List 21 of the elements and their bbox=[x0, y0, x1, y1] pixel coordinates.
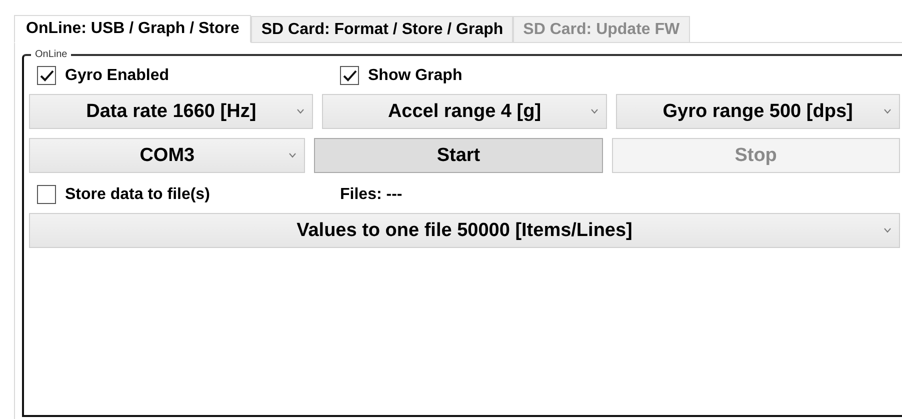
dropdown[interactable]: COM3 bbox=[29, 138, 306, 173]
checkbox-label: Gyro Enabled bbox=[65, 66, 170, 84]
tab[interactable]: SD Card: Format / Store / Graph bbox=[251, 16, 514, 42]
checkbox-label: Show Graph bbox=[368, 66, 462, 84]
start-button[interactable]: Start bbox=[314, 138, 603, 173]
group-title: OnLine bbox=[34, 49, 68, 60]
files-label: Files: --- bbox=[340, 186, 402, 204]
caret-icon bbox=[289, 153, 296, 158]
dropdown[interactable]: Data rate 1660 [Hz] bbox=[29, 94, 314, 129]
caret-icon bbox=[884, 109, 891, 114]
checkbox-label: Store data to file(s) bbox=[65, 186, 210, 204]
checkbox[interactable] bbox=[37, 185, 56, 204]
dropdown[interactable]: Values to one file 50000 [Items/Lines] bbox=[29, 213, 900, 248]
caret-icon bbox=[590, 109, 598, 114]
dropdown[interactable]: Gyro range 500 [dps] bbox=[616, 94, 900, 129]
checkbox[interactable] bbox=[340, 66, 359, 85]
caret-icon bbox=[297, 109, 304, 114]
dropdown[interactable]: Accel range 4 [g] bbox=[322, 94, 607, 129]
tab[interactable]: OnLine: USB / Graph / Store bbox=[14, 15, 252, 43]
caret-icon bbox=[884, 228, 891, 233]
checkbox[interactable] bbox=[37, 66, 56, 85]
